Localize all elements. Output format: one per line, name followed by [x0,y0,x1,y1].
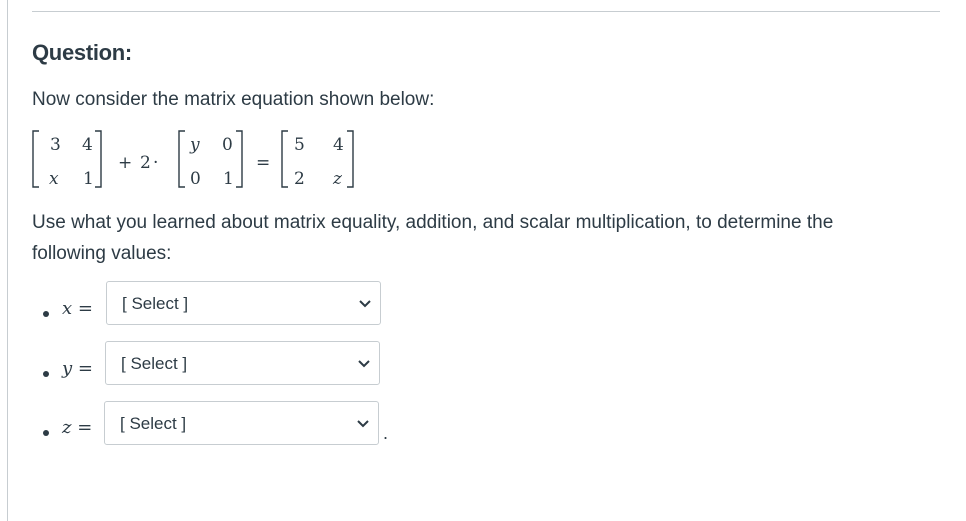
equals-sign: = [77,417,93,438]
answer-z-dropdown[interactable]: [ Select ] [104,401,379,445]
dropdown-selected-value: [ Select ] [120,414,187,433]
dropdown-selected-value: [ Select ] [122,294,189,313]
equals-sign: = [77,358,93,379]
dropdown-selected-value: [ Select ] [121,354,188,373]
answer-list: x = [ Select ] y = [ Select ] z = [ Sele… [0,0,966,521]
chevron-down-icon [359,300,371,308]
answer-y-dropdown[interactable]: [ Select ] [105,341,380,385]
equals-sign: = [77,298,93,319]
list-bullet [43,430,49,436]
answer-x-dropdown[interactable]: [ Select ] [106,281,381,325]
variable-y: y [62,358,73,379]
answer-x-label: x = [62,298,93,319]
answer-z-label: z = [62,417,92,438]
trailing-period: . [383,423,389,443]
variable-x: x [62,298,73,319]
chevron-down-icon [357,420,369,428]
list-bullet [43,371,49,377]
chevron-down-icon [358,360,370,368]
variable-z: z [62,417,72,438]
answer-y-label: y = [62,358,93,379]
list-bullet [43,311,49,317]
